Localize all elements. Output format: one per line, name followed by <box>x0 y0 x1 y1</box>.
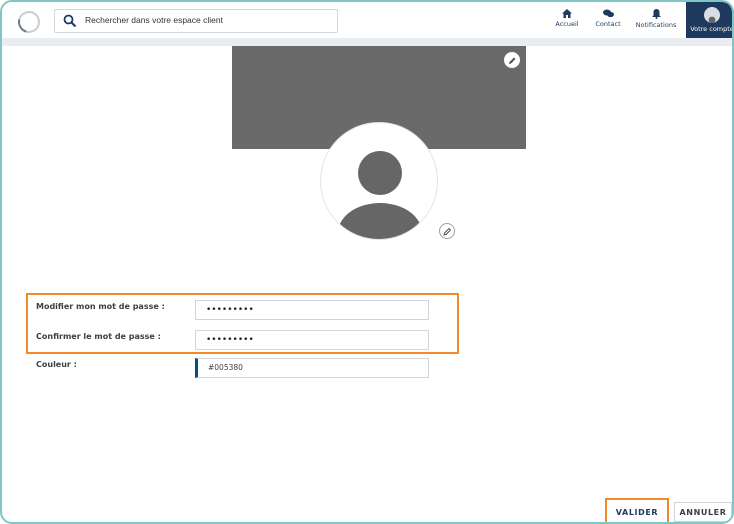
app-window: Rechercher dans votre espace client Accu… <box>0 0 734 524</box>
confirm-password-field[interactable]: ••••••••• <box>195 330 429 350</box>
nav-votre-compte-label: Votre compte <box>690 25 734 33</box>
color-field[interactable]: #005380 <box>195 358 429 378</box>
color-label: Couleur : <box>36 360 77 369</box>
top-bar: Rechercher dans votre espace client Accu… <box>2 2 734 38</box>
valider-button[interactable]: VALIDER <box>610 502 664 522</box>
header-divider <box>2 38 732 46</box>
edit-avatar-button[interactable] <box>439 223 455 239</box>
nav-votre-compte[interactable]: Votre compte <box>686 2 734 38</box>
search-input[interactable]: Rechercher dans votre espace client <box>85 15 223 25</box>
pencil-icon <box>508 57 515 64</box>
default-user-icon <box>338 151 422 239</box>
nav-contact-label: Contact <box>595 20 621 28</box>
profile-avatar <box>320 122 438 240</box>
nav-notifications[interactable]: Notifications <box>630 2 682 38</box>
search-icon <box>63 14 77 28</box>
home-icon <box>562 9 572 18</box>
edit-cover-button[interactable] <box>504 52 520 68</box>
password-label: Modifier mon mot de passe : <box>36 302 165 311</box>
nav-notifications-label: Notifications <box>635 21 677 29</box>
confirm-password-label: Confirmer le mot de passe : <box>36 332 161 341</box>
pencil-icon <box>442 227 451 236</box>
nav-contact[interactable]: Contact <box>590 2 626 38</box>
chat-bubbles-icon <box>602 9 614 18</box>
annuler-button[interactable]: ANNULER <box>674 502 732 522</box>
nav-accueil[interactable]: Accueil <box>550 2 584 38</box>
search-bar[interactable]: Rechercher dans votre espace client <box>54 9 338 33</box>
user-avatar-icon <box>704 7 720 23</box>
password-field[interactable]: ••••••••• <box>195 300 429 320</box>
bell-icon <box>651 9 661 19</box>
loading-spinner-icon <box>13 6 45 38</box>
nav-accueil-label: Accueil <box>555 20 579 28</box>
